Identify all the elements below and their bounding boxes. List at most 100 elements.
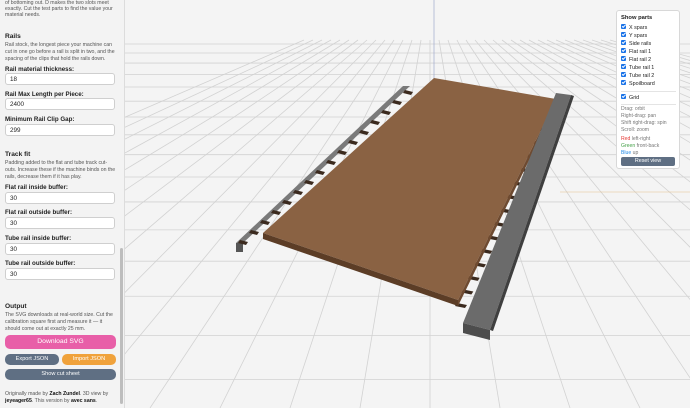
spar-segment: [337, 150, 347, 155]
tube-outside-input[interactable]: 30: [5, 268, 115, 280]
toggle-label: Tube rail 1: [629, 65, 655, 71]
show-parts-title: Show parts: [621, 15, 653, 21]
output-heading: Output: [5, 303, 27, 310]
checkbox-icon[interactable]: [621, 94, 626, 100]
output-desc-1: The SVG downloads at real-world size. Cu…: [5, 312, 113, 318]
spar-segment: [304, 180, 314, 185]
toggle-side-rails[interactable]: Side rails: [621, 40, 651, 48]
import-json-button[interactable]: Import JSON: [62, 354, 116, 365]
toggle-label: Grid: [629, 95, 640, 101]
spar-segment: [315, 170, 325, 175]
rail-clip-gap-input[interactable]: 299: [5, 124, 115, 136]
tube-inside-input[interactable]: 30: [5, 243, 115, 255]
toggle-label: Spoilboard: [629, 81, 655, 87]
checkbox-icon[interactable]: [621, 48, 626, 54]
toggle-tube-rail-2[interactable]: Tube rail 2: [621, 72, 654, 80]
tube-inside-label: Tube rail inside buffer:: [5, 235, 72, 242]
checkbox-icon[interactable]: [621, 40, 626, 46]
export-json-button[interactable]: Export JSON: [5, 354, 59, 365]
checkbox-icon[interactable]: [621, 56, 626, 62]
axis-desc: left-right: [630, 136, 651, 142]
rails-desc-2: cut in one go before a rail is split in …: [5, 49, 115, 55]
toggle-label: Side rails: [629, 41, 652, 47]
toggle-tube-rail-1[interactable]: Tube rail 1: [621, 64, 654, 72]
rail-max-length-input[interactable]: 2400: [5, 98, 115, 110]
axis-desc: front-back: [635, 143, 660, 149]
show-cut-sheet-button[interactable]: Show cut sheet: [5, 369, 116, 380]
toggle-x-spars[interactable]: X spars: [621, 24, 647, 32]
rail-thickness-input[interactable]: 18: [5, 73, 115, 85]
author3-link[interactable]: avec sans: [71, 398, 96, 404]
tube-outside-label: Tube rail outside buffer:: [5, 260, 76, 267]
toggle-label: Flat rail 2: [629, 57, 652, 63]
left-rail-end: [236, 243, 243, 252]
checkbox-icon[interactable]: [621, 80, 626, 86]
axis-color-word: Red: [621, 136, 631, 142]
spar-segment: [370, 120, 380, 125]
help-zoom: Scroll: zoom: [621, 127, 650, 133]
output-desc-3: should come out at exactly 25 mm.: [5, 326, 86, 332]
axis-legend-green: Green front-back: [621, 143, 659, 150]
show-parts-panel: Show parts X spars Y spars Side rails Fl…: [616, 10, 680, 169]
checkbox-icon[interactable]: [621, 72, 626, 78]
spar-segment: [381, 110, 391, 115]
flat-inside-label: Flat rail inside buffer:: [5, 184, 68, 191]
rail-thickness-label: Rail material thickness:: [5, 66, 75, 73]
spar-segment: [359, 130, 369, 135]
toggle-flat-rail-2[interactable]: Flat rail 2: [621, 56, 651, 64]
rail-max-length-label: Rail Max Length per Piece:: [5, 91, 84, 98]
output-desc-2: calibration square first and measure it …: [5, 319, 103, 325]
credits-text: . This version by: [31, 398, 71, 404]
credits-line-2: jeyeager65. This version by avec sans.: [5, 398, 97, 405]
spar-segment: [348, 140, 358, 145]
rails-desc-3: spacing of the clips that hold the rails…: [5, 56, 106, 62]
axis-color-word: Blue: [621, 150, 632, 156]
track-fit-heading: Track fit: [5, 151, 31, 158]
toggle-label: Y spars: [629, 33, 648, 39]
help-spin: Shift right-drag: spin: [621, 120, 667, 126]
toggle-label: Tube rail 2: [629, 73, 655, 79]
toggle-grid[interactable]: Grid: [621, 94, 639, 102]
divider: [621, 91, 676, 92]
reset-view-button[interactable]: Reset view: [621, 157, 675, 166]
axis-desc: up: [631, 150, 639, 156]
spar-segment: [326, 160, 336, 165]
checkbox-icon[interactable]: [621, 32, 626, 38]
track-desc-2: outs. Increase these if the machine bind…: [5, 167, 116, 173]
3d-scene[interactable]: [125, 0, 690, 408]
help-pan: Right-drag: pan: [621, 113, 657, 119]
spar-segment: [392, 100, 402, 105]
rail-clip-gap-label: Minimum Rail Clip Gap:: [5, 116, 75, 123]
axis-legend-red: Red left-right: [621, 136, 650, 143]
credits-text: .: [95, 398, 98, 404]
3d-viewport[interactable]: [125, 0, 690, 408]
track-desc-3: rails, decrease them if it has play.: [5, 174, 82, 180]
track-desc-1: Padding added to the flat and tube track…: [5, 160, 108, 166]
toggle-y-spars[interactable]: Y spars: [621, 32, 647, 40]
axis-color-word: Green: [621, 143, 636, 149]
flat-outside-label: Flat rail outside buffer:: [5, 209, 73, 216]
toggle-flat-rail-1[interactable]: Flat rail 1: [621, 48, 651, 56]
author2-link[interactable]: jeyeager65: [5, 398, 32, 404]
sidebar-scrollbar[interactable]: [120, 248, 123, 404]
credits-text: Originally made by: [5, 391, 50, 397]
toggle-spoilboard[interactable]: Spoilboard: [621, 80, 655, 88]
flat-inside-input[interactable]: 30: [5, 192, 115, 204]
checkbox-icon[interactable]: [621, 24, 626, 30]
flat-outside-input[interactable]: 30: [5, 217, 115, 229]
toggle-label: Flat rail 1: [629, 49, 652, 55]
toggle-label: X spars: [629, 25, 648, 31]
intro-text-3: material needs.: [5, 12, 41, 18]
author-link[interactable]: Zach Zundel: [49, 391, 80, 397]
spar-segment: [403, 90, 413, 95]
credits-text: . 3D view by: [79, 391, 109, 397]
credits-line-1: Originally made by Zach Zundel. 3D view …: [5, 391, 108, 398]
axis-legend-blue: Blue up: [621, 150, 638, 157]
rails-heading: Rails: [5, 33, 21, 40]
help-orbit: Drag: orbit: [621, 106, 645, 112]
sidebar: of bottoming out. D makes the two slots …: [0, 0, 125, 408]
download-svg-button[interactable]: Download SVG: [5, 335, 116, 349]
checkbox-icon[interactable]: [621, 64, 626, 70]
divider: [621, 104, 676, 105]
rails-desc-1: Rail stock, the longest piece your machi…: [5, 42, 112, 48]
